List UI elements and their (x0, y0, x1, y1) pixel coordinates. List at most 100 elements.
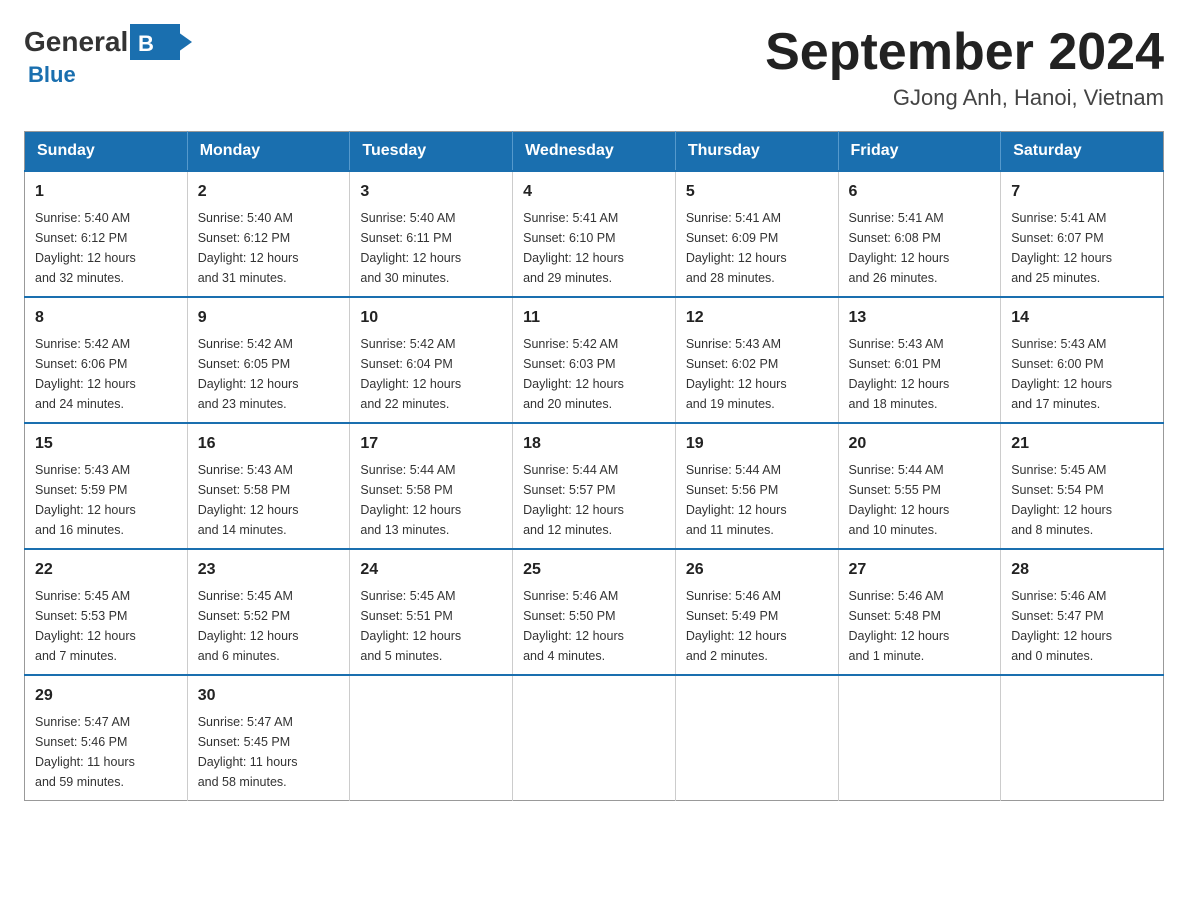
calendar-cell: 8 Sunrise: 5:42 AMSunset: 6:06 PMDaylight… (25, 297, 188, 423)
calendar-cell: 23 Sunrise: 5:45 AMSunset: 5:52 PMDayligh… (187, 549, 350, 675)
day-number: 25 (523, 558, 665, 582)
day-info: Sunrise: 5:47 AMSunset: 5:45 PMDaylight:… (198, 715, 298, 789)
day-info: Sunrise: 5:46 AMSunset: 5:47 PMDaylight:… (1011, 589, 1112, 663)
calendar-week-row: 22 Sunrise: 5:45 AMSunset: 5:53 PMDayligh… (25, 549, 1164, 675)
day-number: 7 (1011, 180, 1153, 204)
month-title: September 2024 (765, 24, 1164, 81)
day-info: Sunrise: 5:42 AMSunset: 6:05 PMDaylight:… (198, 337, 299, 411)
day-number: 12 (686, 306, 828, 330)
day-number: 4 (523, 180, 665, 204)
calendar-cell (838, 675, 1001, 801)
day-info: Sunrise: 5:46 AMSunset: 5:48 PMDaylight:… (849, 589, 950, 663)
calendar-header-row: SundayMondayTuesdayWednesdayThursdayFrid… (25, 132, 1164, 172)
day-number: 16 (198, 432, 340, 456)
logo-blue-word: Blue (28, 62, 76, 88)
day-number: 14 (1011, 306, 1153, 330)
day-info: Sunrise: 5:45 AMSunset: 5:54 PMDaylight:… (1011, 463, 1112, 537)
day-info: Sunrise: 5:43 AMSunset: 5:58 PMDaylight:… (198, 463, 299, 537)
calendar-cell: 15Sunrise: 5:43 AMSunset: 5:59 PMDayligh… (25, 423, 188, 549)
calendar-week-row: 8 Sunrise: 5:42 AMSunset: 6:06 PMDaylight… (25, 297, 1164, 423)
day-number: 29 (35, 684, 177, 708)
day-number: 28 (1011, 558, 1153, 582)
calendar-cell: 7 Sunrise: 5:41 AMSunset: 6:07 PMDaylight… (1001, 171, 1164, 297)
calendar-cell: 17 Sunrise: 5:44 AMSunset: 5:58 PMDayligh… (350, 423, 513, 549)
calendar-header-tuesday: Tuesday (350, 132, 513, 172)
page-header: General B Blue September 2024 GJong Anh,… (24, 24, 1164, 111)
calendar-week-row: 29 Sunrise: 5:47 AMSunset: 5:46 PMDayligh… (25, 675, 1164, 801)
day-number: 3 (360, 180, 502, 204)
calendar-header-sunday: Sunday (25, 132, 188, 172)
day-number: 18 (523, 432, 665, 456)
day-info: Sunrise: 5:40 AMSunset: 6:12 PMDaylight:… (35, 211, 136, 285)
day-info: Sunrise: 5:41 AMSunset: 6:09 PMDaylight:… (686, 211, 787, 285)
calendar-cell: 9 Sunrise: 5:42 AMSunset: 6:05 PMDaylight… (187, 297, 350, 423)
day-info: Sunrise: 5:40 AMSunset: 6:12 PMDaylight:… (198, 211, 299, 285)
calendar-cell: 1 Sunrise: 5:40 AMSunset: 6:12 PMDaylight… (25, 171, 188, 297)
day-number: 17 (360, 432, 502, 456)
logo: General B Blue (24, 24, 180, 88)
day-number: 24 (360, 558, 502, 582)
calendar-cell: 26 Sunrise: 5:46 AMSunset: 5:49 PMDayligh… (675, 549, 838, 675)
calendar-cell: 20Sunrise: 5:44 AMSunset: 5:55 PMDayligh… (838, 423, 1001, 549)
calendar-cell (350, 675, 513, 801)
calendar-header-thursday: Thursday (675, 132, 838, 172)
calendar-cell (513, 675, 676, 801)
day-number: 27 (849, 558, 991, 582)
calendar-week-row: 1 Sunrise: 5:40 AMSunset: 6:12 PMDaylight… (25, 171, 1164, 297)
calendar-cell: 6Sunrise: 5:41 AMSunset: 6:08 PMDaylight… (838, 171, 1001, 297)
day-number: 22 (35, 558, 177, 582)
day-number: 26 (686, 558, 828, 582)
calendar-cell: 28 Sunrise: 5:46 AMSunset: 5:47 PMDayligh… (1001, 549, 1164, 675)
day-info: Sunrise: 5:43 AMSunset: 5:59 PMDaylight:… (35, 463, 136, 537)
calendar-cell: 12Sunrise: 5:43 AMSunset: 6:02 PMDayligh… (675, 297, 838, 423)
calendar-cell: 2 Sunrise: 5:40 AMSunset: 6:12 PMDaylight… (187, 171, 350, 297)
day-number: 23 (198, 558, 340, 582)
calendar-header-friday: Friday (838, 132, 1001, 172)
day-number: 1 (35, 180, 177, 204)
day-number: 5 (686, 180, 828, 204)
day-info: Sunrise: 5:47 AMSunset: 5:46 PMDaylight:… (35, 715, 135, 789)
calendar-table: SundayMondayTuesdayWednesdayThursdayFrid… (24, 131, 1164, 801)
calendar-cell: 11 Sunrise: 5:42 AMSunset: 6:03 PMDayligh… (513, 297, 676, 423)
day-info: Sunrise: 5:45 AMSunset: 5:53 PMDaylight:… (35, 589, 136, 663)
calendar-cell: 3 Sunrise: 5:40 AMSunset: 6:11 PMDaylight… (350, 171, 513, 297)
calendar-cell: 22 Sunrise: 5:45 AMSunset: 5:53 PMDayligh… (25, 549, 188, 675)
day-number: 6 (849, 180, 991, 204)
calendar-header-saturday: Saturday (1001, 132, 1164, 172)
calendar-cell: 29 Sunrise: 5:47 AMSunset: 5:46 PMDayligh… (25, 675, 188, 801)
day-info: Sunrise: 5:40 AMSunset: 6:11 PMDaylight:… (360, 211, 461, 285)
calendar-cell: 14 Sunrise: 5:43 AMSunset: 6:00 PMDayligh… (1001, 297, 1164, 423)
day-info: Sunrise: 5:42 AMSunset: 6:06 PMDaylight:… (35, 337, 136, 411)
day-info: Sunrise: 5:41 AMSunset: 6:10 PMDaylight:… (523, 211, 624, 285)
day-number: 9 (198, 306, 340, 330)
calendar-cell: 5 Sunrise: 5:41 AMSunset: 6:09 PMDaylight… (675, 171, 838, 297)
day-info: Sunrise: 5:42 AMSunset: 6:04 PMDaylight:… (360, 337, 461, 411)
location-title: GJong Anh, Hanoi, Vietnam (765, 85, 1164, 111)
day-number: 2 (198, 180, 340, 204)
day-info: Sunrise: 5:44 AMSunset: 5:56 PMDaylight:… (686, 463, 787, 537)
calendar-cell: 10 Sunrise: 5:42 AMSunset: 6:04 PMDayligh… (350, 297, 513, 423)
calendar-cell: 27 Sunrise: 5:46 AMSunset: 5:48 PMDayligh… (838, 549, 1001, 675)
day-info: Sunrise: 5:43 AMSunset: 6:00 PMDaylight:… (1011, 337, 1112, 411)
logo-general-text: General (24, 26, 128, 58)
day-number: 11 (523, 306, 665, 330)
calendar-cell: 16 Sunrise: 5:43 AMSunset: 5:58 PMDayligh… (187, 423, 350, 549)
day-info: Sunrise: 5:45 AMSunset: 5:51 PMDaylight:… (360, 589, 461, 663)
day-info: Sunrise: 5:44 AMSunset: 5:57 PMDaylight:… (523, 463, 624, 537)
calendar-cell: 25 Sunrise: 5:46 AMSunset: 5:50 PMDayligh… (513, 549, 676, 675)
day-info: Sunrise: 5:45 AMSunset: 5:52 PMDaylight:… (198, 589, 299, 663)
day-info: Sunrise: 5:42 AMSunset: 6:03 PMDaylight:… (523, 337, 624, 411)
calendar-header-monday: Monday (187, 132, 350, 172)
day-number: 8 (35, 306, 177, 330)
calendar-cell: 19Sunrise: 5:44 AMSunset: 5:56 PMDayligh… (675, 423, 838, 549)
day-info: Sunrise: 5:46 AMSunset: 5:49 PMDaylight:… (686, 589, 787, 663)
day-info: Sunrise: 5:44 AMSunset: 5:58 PMDaylight:… (360, 463, 461, 537)
day-number: 10 (360, 306, 502, 330)
day-info: Sunrise: 5:41 AMSunset: 6:07 PMDaylight:… (1011, 211, 1112, 285)
calendar-cell: 30 Sunrise: 5:47 AMSunset: 5:45 PMDayligh… (187, 675, 350, 801)
day-number: 30 (198, 684, 340, 708)
calendar-cell: 24 Sunrise: 5:45 AMSunset: 5:51 PMDayligh… (350, 549, 513, 675)
day-number: 13 (849, 306, 991, 330)
calendar-cell: 21Sunrise: 5:45 AMSunset: 5:54 PMDayligh… (1001, 423, 1164, 549)
day-info: Sunrise: 5:46 AMSunset: 5:50 PMDaylight:… (523, 589, 624, 663)
